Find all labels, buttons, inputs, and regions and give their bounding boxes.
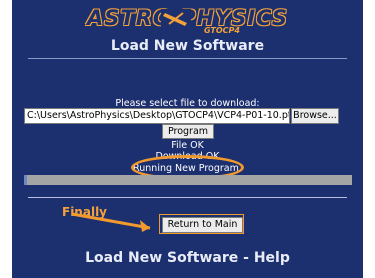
status-file-ok: File OK: [171, 140, 204, 151]
file-path-input[interactable]: C:\Users\AstroPhysics\Desktop\GTOCP4\VCP…: [24, 108, 290, 124]
progress-fill: [24, 175, 28, 185]
app-frame: ASTRO PHYSICS GTOCP4 Load New Software P…: [12, 0, 363, 278]
return-to-main-button[interactable]: Return to Main: [162, 217, 243, 233]
program-button[interactable]: Program: [162, 124, 214, 139]
page-title: Load New Software: [110, 38, 265, 54]
progress-bar: [24, 175, 352, 185]
logo-subtext: GTOCP4: [204, 26, 240, 35]
telescope-icon: [161, 9, 191, 29]
file-picker: C:\Users\AstroPhysics\Desktop\GTOCP4\VCP…: [24, 108, 339, 124]
browse-button[interactable]: Browse...: [291, 108, 339, 124]
section-divider: [28, 197, 347, 198]
help-title: Load New Software - Help: [85, 250, 290, 266]
title-divider: [28, 58, 347, 59]
callout-arrow-icon: [71, 212, 151, 232]
logo: ASTRO PHYSICS GTOCP4: [12, 6, 363, 35]
